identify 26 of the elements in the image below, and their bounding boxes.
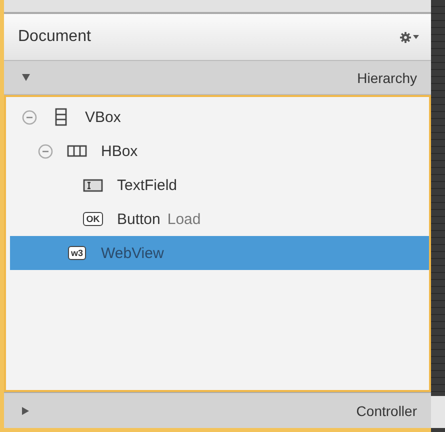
item-label: Button (117, 210, 160, 228)
item-detail: Load (167, 210, 201, 228)
tree-item[interactable]: w3 WebView (10, 236, 429, 270)
item-label: VBox (85, 108, 121, 126)
button-icon: OK (83, 212, 103, 226)
item-label: HBox (101, 142, 138, 160)
hbox-icon (67, 145, 87, 157)
section-title: Controller (356, 402, 417, 418)
collapse-toggle-icon[interactable] (38, 144, 53, 158)
tree-item[interactable]: TextField (10, 168, 429, 202)
panel-title: Document (18, 28, 91, 46)
text-field-icon (83, 178, 103, 192)
settings-icon (400, 32, 411, 42)
webview-icon: w3 (68, 246, 86, 260)
tree-item[interactable]: OK Button Load (10, 202, 429, 236)
section-header[interactable]: Hierarchy (4, 61, 431, 95)
section-title: Hierarchy (357, 70, 417, 86)
caret-icon (413, 35, 419, 39)
section-header[interactable]: Controller (4, 392, 431, 428)
collapse-toggle-icon[interactable] (22, 110, 37, 124)
tree-item[interactable]: HBox (10, 134, 429, 168)
item-label: TextField (117, 176, 178, 194)
item-label: WebView (101, 244, 164, 262)
tree-item[interactable]: VBox (10, 100, 429, 134)
vbox-icon (55, 108, 67, 126)
settings-menu-button[interactable] (400, 32, 419, 42)
